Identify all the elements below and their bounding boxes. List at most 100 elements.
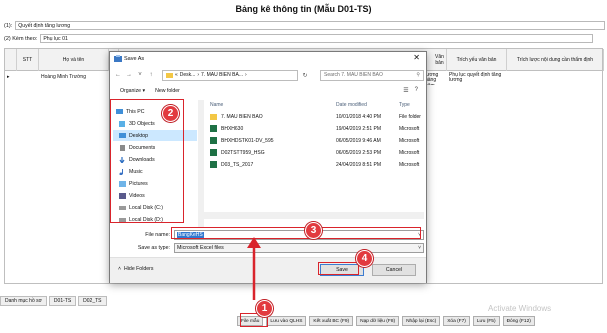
folder-icon	[210, 114, 217, 120]
dialog-cancel-button[interactable]: Cancel	[372, 264, 416, 276]
excel-file-icon	[210, 137, 217, 144]
file-date: 19/04/2019 2:51 PM	[336, 126, 382, 132]
refresh-icon[interactable]: ↻	[301, 72, 309, 79]
file-type: Microsoft	[399, 126, 420, 132]
tab-d01-ts[interactable]: D01-TS	[48, 296, 77, 306]
hide-folders-label: Hide Folders	[124, 266, 154, 272]
grid-header-stt[interactable]: STT	[17, 49, 39, 71]
savetype-row: Save as type: Microsoft Excel files ˅	[114, 242, 424, 253]
bottom-tabs: Danh mục hồ sơ D01-TS D02_TS	[0, 296, 107, 306]
row-trich-yeu[interactable]: Phụ lục quyết định tăng lương	[447, 71, 507, 85]
file-name: BHXHDSTK01-DV_595	[221, 138, 274, 144]
highlight-filename	[171, 227, 421, 239]
close-icon[interactable]: ✕	[413, 54, 420, 62]
step-marker-1: 1	[256, 300, 273, 317]
search-input[interactable]: Search 7. MAU BIEN BAO ⚲	[320, 69, 424, 81]
bottom-toolbar: File mẫu Lưu vào QLHS Kết xuất BC (F9) N…	[237, 316, 535, 326]
save-button[interactable]: Lưu (F5)	[472, 316, 500, 326]
breadcrumb[interactable]: « Desk... › 7. MAU BIEN BA... ›	[162, 69, 298, 81]
grid-header-indicator	[5, 49, 17, 71]
file-list: Name Date modified Type 7. MAU BIEN BAO …	[202, 100, 424, 228]
back-icon[interactable]: ←	[114, 72, 122, 78]
savetype-label: Save as type:	[137, 244, 170, 251]
dialog-toolbar: Organize ▾ New folder	[120, 86, 180, 96]
file-row[interactable]: 7. MAU BIEN BAO 10/01/2018 4:40 PM File …	[202, 112, 424, 122]
field-row-1: (1): Quyết định tăng lương	[4, 21, 606, 30]
dialog-titlebar[interactable]: Save As	[110, 52, 426, 65]
savetype-value: Microsoft Excel files	[177, 244, 224, 251]
search-placeholder: Search 7. MAU BIEN BAO	[324, 72, 383, 78]
tab-danh-muc[interactable]: Danh mục hồ sơ	[0, 296, 47, 306]
file-row[interactable]: BHXHDSTK01-DV_595 06/05/2019 9:46 AM Mic…	[202, 136, 424, 146]
organize-button[interactable]: Organize ▾	[120, 88, 145, 94]
grid-header-vanban[interactable]: Văn bản	[433, 49, 447, 71]
breadcrumb-segment[interactable]: Desk...	[180, 72, 196, 78]
chevron-down-icon[interactable]: ˅	[136, 72, 144, 78]
breadcrumb-segment[interactable]: 7. MAU BIEN BA...	[201, 72, 243, 78]
grid-header-name[interactable]: Họ và tên	[39, 49, 109, 71]
file-name: D02TSTT959_HSG	[221, 150, 265, 156]
view-buttons: ☰ ?	[403, 87, 418, 94]
search-icon: ⚲	[416, 72, 420, 78]
savetype-select[interactable]: Microsoft Excel files ˅	[174, 242, 424, 253]
file-date: 10/01/2018 4:40 PM	[336, 114, 382, 120]
file-name: 7. MAU BIEN BAO	[221, 114, 263, 120]
field-row-2: (2) Kèm theo: Phụ lục 01	[4, 34, 594, 43]
save-to-qlhs-button[interactable]: Lưu vào QLHS	[266, 316, 307, 326]
forward-icon[interactable]: →	[125, 72, 133, 78]
up-icon[interactable]: ↑	[147, 72, 155, 78]
file-date: 06/05/2019 2:53 PM	[336, 150, 382, 156]
column-header-type[interactable]: Type	[399, 100, 410, 110]
new-folder-button[interactable]: New folder	[155, 88, 180, 94]
file-row[interactable]: BHXH630 19/04/2019 2:51 PM Microsoft	[202, 124, 424, 134]
view-options-icon[interactable]: ☰	[403, 87, 408, 94]
field2-label: (2) Kèm theo:	[4, 35, 38, 42]
address-bar: ← → ˅ ↑ « Desk... › 7. MAU BIEN BA... › …	[114, 69, 424, 81]
folder-icon	[166, 73, 173, 78]
file-type: Microsoft	[399, 138, 420, 144]
row-name[interactable]: Hoàng Minh Trường	[39, 71, 109, 85]
breadcrumb-separator: ›	[244, 72, 247, 78]
activate-windows-watermark: Activate Windows	[488, 304, 552, 313]
grid-header-trich-yeu[interactable]: Trích yếu văn bản	[447, 49, 507, 71]
file-type: File folder	[399, 114, 421, 120]
tab-d02-ts[interactable]: D02_TS	[78, 296, 107, 306]
file-name: BHXH630	[221, 126, 244, 132]
dialog-footer: ˄ Hide Folders Save Cancel	[110, 257, 426, 283]
delete-button[interactable]: Xóa (F7)	[443, 316, 470, 326]
file-type: Microsoft	[399, 150, 420, 156]
reenter-button[interactable]: Nhập lại (Esc)	[402, 316, 441, 326]
page-title: Bảng kê thông tin (Mẫu D01-TS)	[235, 4, 372, 14]
chevron-up-icon: ˄	[118, 266, 122, 272]
file-date: 24/04/2019 8:51 PM	[336, 162, 382, 168]
load-data-button[interactable]: Nạp dữ liệu (F8)	[356, 316, 400, 326]
filename-label: File name:	[145, 231, 170, 238]
row-trich-luoc[interactable]	[507, 71, 604, 85]
chevron-down-icon[interactable]: ˅	[418, 245, 421, 251]
column-header-date[interactable]: Date modified	[336, 100, 367, 110]
export-report-button[interactable]: Kết xuất BC (F9)	[309, 316, 354, 326]
field1-input[interactable]: Quyết định tăng lương	[15, 21, 606, 30]
breadcrumb-segment: «	[175, 72, 178, 78]
breadcrumb-separator: ›	[197, 72, 200, 78]
file-date: 06/05/2019 9:46 AM	[336, 138, 381, 144]
close-button[interactable]: Đóng (F12)	[502, 316, 535, 326]
hide-folders-toggle[interactable]: ˄ Hide Folders	[118, 266, 153, 272]
step-marker-3: 3	[305, 222, 322, 239]
file-list-scrollbar[interactable]	[202, 212, 424, 219]
excel-file-icon	[210, 161, 217, 168]
save-as-app-icon	[114, 55, 122, 62]
file-type: Microsoft	[399, 162, 420, 168]
excel-file-icon	[210, 149, 217, 156]
field1-label: (1):	[4, 22, 13, 29]
step-marker-4: 4	[356, 250, 373, 267]
dialog-title: Save As	[124, 55, 145, 62]
help-icon[interactable]: ?	[415, 87, 418, 94]
row-pointer: ▸	[7, 74, 10, 81]
file-row[interactable]: D02TSTT959_HSG 06/05/2019 2:53 PM Micros…	[202, 148, 424, 158]
grid-header-trich-luoc[interactable]: Trích lược nội dung cần thẩm định	[507, 49, 604, 71]
file-row[interactable]: D03_TS_2017 24/04/2019 8:51 PM Microsoft	[202, 160, 424, 170]
column-header-name[interactable]: Name	[210, 100, 223, 110]
field2-input[interactable]: Phụ lục 01	[40, 34, 594, 43]
file-name: D03_TS_2017	[221, 162, 254, 168]
